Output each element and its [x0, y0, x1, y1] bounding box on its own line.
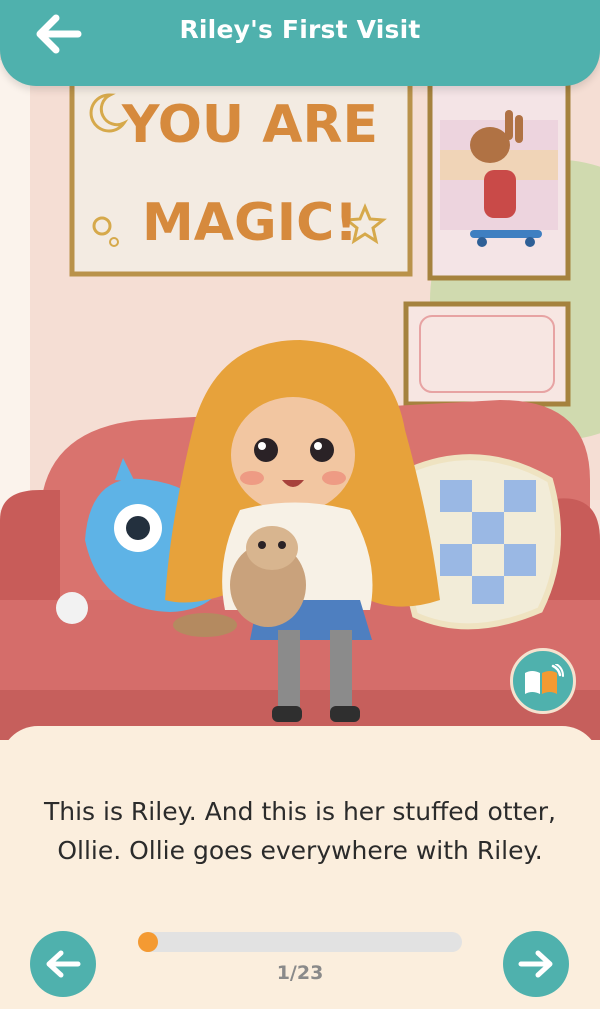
app-header: Riley's First Visit: [0, 0, 600, 86]
read-aloud-button[interactable]: [510, 648, 576, 714]
next-page-button[interactable]: [503, 931, 569, 997]
page-progress-fill: [138, 932, 158, 952]
story-illustration: YOU ARE MAGIC!: [0, 0, 600, 740]
story-text: This is Riley. And this is her stuffed o…: [43, 797, 556, 865]
book-audio-icon: [525, 664, 564, 694]
arrow-right-icon: [518, 950, 553, 978]
poster-line-1: YOU ARE: [121, 95, 378, 155]
poster-line-2: MAGIC!: [142, 193, 358, 253]
page-progress-bar: [138, 932, 462, 952]
page-title: Riley's First Visit: [179, 15, 421, 44]
